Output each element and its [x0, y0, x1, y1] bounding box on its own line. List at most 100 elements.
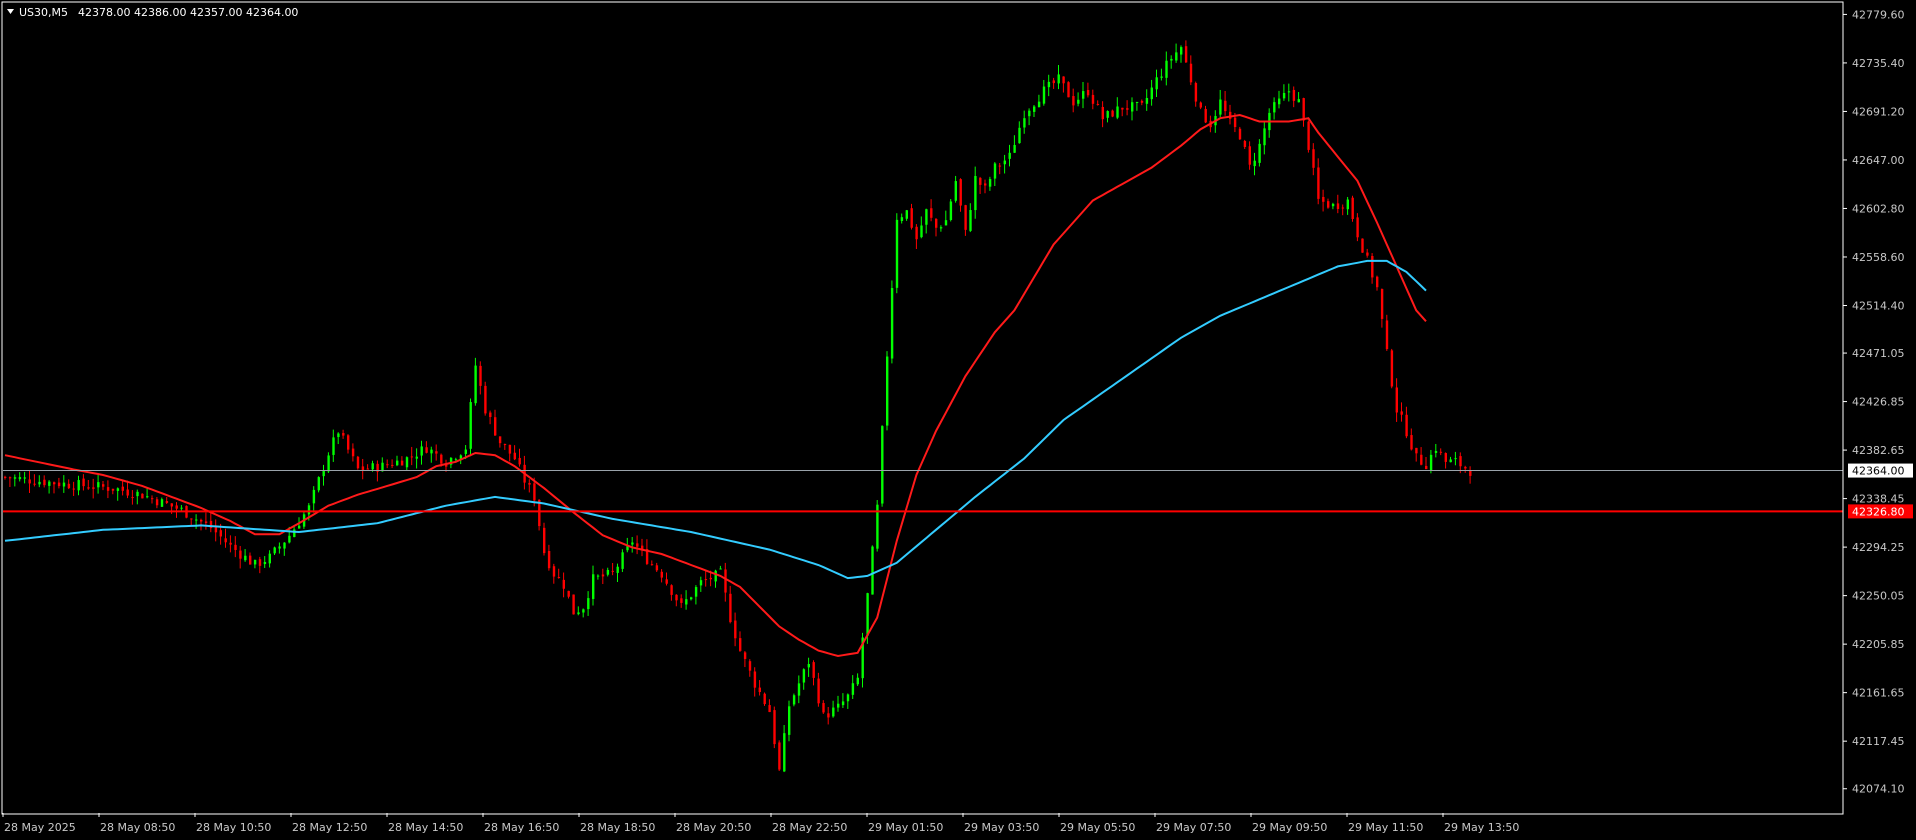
candle-body — [1082, 91, 1085, 99]
ohlc-values-label: 42378.00 42386.00 42357.00 42364.00 — [78, 6, 298, 19]
candle-body — [361, 466, 365, 471]
candle-body — [1282, 93, 1286, 99]
candle-body — [1366, 252, 1369, 256]
x-tick-label: 28 May 22:50 — [772, 821, 847, 834]
candle-body — [939, 227, 943, 229]
candle-body — [479, 365, 482, 386]
candle-body — [1376, 276, 1379, 288]
candle-body — [1096, 103, 1100, 105]
candle-body — [430, 449, 433, 454]
candle-body — [175, 505, 178, 509]
y-tick-label: 42558.60 — [1852, 251, 1905, 264]
candle-body — [253, 559, 257, 565]
candle-body — [1233, 117, 1237, 128]
chart-header: US30,M5 42378.00 42386.00 42357.00 42364… — [7, 6, 298, 19]
candle-body — [763, 693, 766, 705]
bid-price-tag: 42364.00 — [1848, 463, 1913, 478]
candle-body — [1077, 99, 1080, 104]
candle-body — [136, 491, 139, 497]
x-tick-label: 29 May 07:50 — [1156, 821, 1231, 834]
candle-body — [1180, 47, 1183, 55]
candle-body — [773, 710, 776, 745]
price-chart[interactable]: US30,M5 42378.00 42386.00 42357.00 42364… — [0, 0, 1916, 840]
candle-body — [102, 484, 105, 487]
candle-body — [1292, 89, 1296, 101]
candle-body — [577, 612, 580, 615]
candle-body — [1253, 160, 1256, 167]
candle-body — [170, 503, 173, 507]
candle-body — [405, 457, 409, 468]
bid-price-text: 42364.00 — [1852, 465, 1905, 478]
candle-body — [1150, 87, 1153, 100]
candle-body — [258, 559, 262, 566]
candle-body — [1052, 80, 1055, 84]
candle-body — [234, 544, 237, 550]
x-tick-label: 28 May 14:50 — [388, 821, 463, 834]
candle-body — [214, 527, 218, 533]
candle-body — [474, 365, 477, 404]
candle-body — [1037, 101, 1041, 108]
candle-body — [1067, 82, 1070, 98]
candle-body — [1278, 98, 1281, 105]
candle-body — [1258, 143, 1261, 163]
candle-body — [1086, 90, 1090, 96]
candle-body — [998, 165, 1002, 167]
candle-body — [739, 638, 742, 651]
candle-body — [1395, 387, 1398, 413]
candle-body — [1013, 144, 1016, 153]
candle-body — [513, 452, 516, 460]
candle-body — [1351, 197, 1354, 220]
candle-body — [43, 479, 46, 486]
x-tick-label: 28 May 18:50 — [580, 821, 655, 834]
candle-body — [67, 483, 71, 489]
candle-body — [1459, 456, 1462, 467]
candle-body — [841, 701, 845, 706]
candle-body — [988, 179, 992, 187]
candle-body — [832, 707, 835, 717]
candle-body — [146, 496, 149, 498]
candle-body — [547, 550, 551, 569]
candle-body — [621, 552, 624, 569]
candle-body — [685, 599, 688, 605]
candle-body — [332, 437, 335, 455]
candle-body — [734, 620, 737, 639]
candle-body — [930, 208, 933, 218]
candle-body — [1420, 454, 1423, 465]
candle-body — [1121, 107, 1124, 110]
candle-body — [327, 455, 330, 472]
candle-body — [396, 460, 399, 466]
candle-body — [601, 574, 605, 577]
candle-body — [699, 580, 703, 586]
level-price-tag: 42326.80 — [1848, 504, 1913, 519]
candle-body — [1336, 203, 1340, 209]
candle-body — [900, 217, 904, 221]
candle-body — [557, 577, 561, 579]
y-tick-label: 42161.65 — [1852, 687, 1905, 700]
candle-body — [974, 176, 977, 211]
candle-body — [440, 454, 443, 464]
candle-body — [13, 477, 17, 479]
candle-body — [1018, 127, 1021, 144]
candle-body — [611, 570, 614, 572]
candle-body — [984, 183, 987, 186]
candle-body — [1371, 256, 1374, 278]
candle-body — [704, 579, 708, 581]
x-tick-label: 28 May 2025 — [4, 821, 76, 834]
candle-body — [1042, 86, 1046, 104]
candle-body — [77, 480, 80, 491]
y-tick-label: 42294.25 — [1852, 541, 1905, 554]
x-tick-label: 29 May 09:50 — [1252, 821, 1327, 834]
y-tick-label: 42647.00 — [1852, 154, 1905, 167]
candle-body — [1106, 111, 1109, 118]
candle-body — [1072, 96, 1075, 106]
x-tick-label: 29 May 01:50 — [868, 821, 943, 834]
candle-body — [224, 538, 227, 543]
x-tick-label: 29 May 13:50 — [1444, 821, 1519, 834]
candle-body — [1131, 102, 1134, 112]
candle-body — [420, 446, 423, 456]
candle-body — [964, 205, 967, 230]
y-tick-label: 42779.60 — [1852, 8, 1905, 21]
candle-body — [1356, 217, 1359, 238]
candle-body — [1057, 74, 1060, 84]
candle-body — [670, 585, 673, 595]
